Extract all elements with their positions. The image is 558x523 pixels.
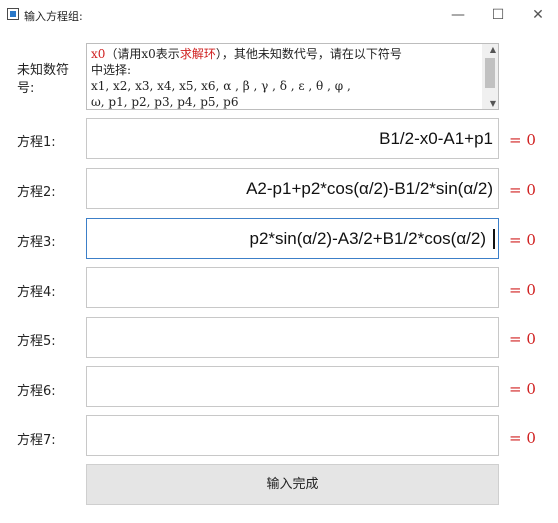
equation-3-label: 方程3: [17,235,56,250]
app-icon [7,8,19,20]
equation-1-input[interactable]: B1/2-x0-A1+p1 [86,118,499,159]
equation-7-equals: = 0 [509,429,536,447]
equation-2-label: 方程2: [17,185,56,200]
equation-1-value: B1/2-x0-A1+p1 [379,129,493,148]
unknowns-textbox[interactable]: x0（请用x0表示求解环），其他未知数代号，请在以下符号 中选择: x1, x2… [86,43,499,110]
equation-3-input[interactable]: p2*sin(α/2)-A3/2+B1/2*cos(α/2) [86,218,499,259]
equation-5-equals: = 0 [509,330,536,348]
equation-2-value: A2-p1+p2*cos(α/2)-B1/2*sin(α/2) [246,179,493,198]
note-text: （请用x0表示 [105,47,180,61]
note-suffix: ），其他未知数代号，请在以下符号 [215,47,402,61]
scroll-up-icon[interactable]: ▲ [490,45,496,54]
equation-1-label: 方程1: [17,135,56,150]
equation-5-input[interactable] [86,317,499,358]
equation-7-input[interactable] [86,415,499,456]
window-title: 输入方程组: [24,10,83,23]
unknowns-label: 未知数符号: [17,63,70,96]
submit-button[interactable]: 输入完成 [86,464,499,505]
equation-1-equals: = 0 [509,131,536,149]
symbols-line-2: ω, p1, p2, p3, p4, p5, p6 [91,95,239,109]
equation-6-equals: = 0 [509,380,536,398]
unknowns-text: x0（请用x0表示求解环），其他未知数代号，请在以下符号 中选择: x1, x2… [91,46,481,109]
equation-4-label: 方程4: [17,285,56,300]
equation-2-input[interactable]: A2-p1+p2*cos(α/2)-B1/2*sin(α/2) [86,168,499,209]
equation-3-value: p2*sin(α/2)-A3/2+B1/2*cos(α/2) [249,229,486,248]
equation-5-label: 方程5: [17,334,56,349]
choose-text: 中选择: [91,63,132,77]
text-caret [493,229,495,249]
equation-6-input[interactable] [86,366,499,407]
equation-3-equals: = 0 [509,231,536,249]
maximize-icon[interactable]: ☐ [478,4,518,26]
equation-4-input[interactable] [86,267,499,308]
minimize-icon[interactable]: — [438,4,478,26]
close-icon[interactable]: ✕ [518,4,558,26]
equation-4-equals: = 0 [509,281,536,299]
title-bar: 输入方程组: — ☐ ✕ [0,0,558,30]
scroll-down-icon[interactable]: ▼ [490,99,496,108]
loop-text: 求解环 [179,47,216,61]
equation-6-label: 方程6: [17,384,56,399]
symbols-line-1: x1, x2, x3, x4, x5, x6, α , β , γ , δ , … [91,79,351,93]
scroll-thumb[interactable] [485,58,495,88]
textbox-scrollbar[interactable]: ▲ ▼ [482,44,498,109]
equation-7-label: 方程7: [17,433,56,448]
equation-2-equals: = 0 [509,181,536,199]
x0-text: x0 [91,47,106,61]
